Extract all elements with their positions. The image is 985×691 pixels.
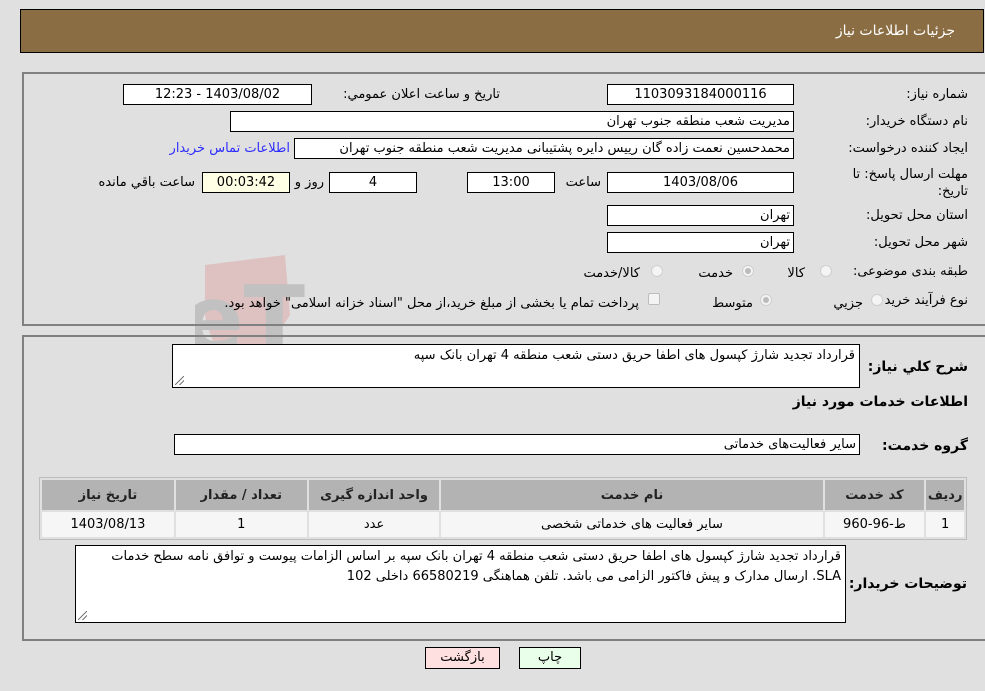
treasury-note: پرداخت تمام یا بخشی از مبلغ خرید،از محل … [224,296,639,311]
print-button[interactable]: چاپ [519,647,581,669]
announce-label: تاریخ و ساعت اعلان عمومي: [343,87,500,102]
deadline-label-line2: تاریخ: [937,184,968,199]
service-group-field: سایر فعالیت‌های خدماتی [174,434,860,455]
buyer-org-label: نام دستگاه خريدار: [865,114,968,129]
buyer-notes-label: توضیحات خریدار: [848,576,967,592]
col-service-code: کد خدمت [824,480,925,510]
category-option-goods-service: کالا/خدمت [583,266,640,281]
cell-need-date: 1403/08/13 [42,512,174,537]
need-number-field: 1103093184000116 [607,84,794,105]
announce-field: 1403/08/02 - 12:23 [123,84,312,105]
deadline-label-line1: مهلت ارسال پاسخ: تا [852,167,968,182]
col-service-name: نام خدمت [441,480,823,510]
col-unit: واحد اندازه گیری [308,480,440,510]
buyer-notes-textarea[interactable]: قرارداد تجدید شارژ کپسول های اطفا حریق د… [75,545,846,623]
cell-row-number: 1 [926,512,964,537]
page-title: جزئیات اطلاعات نیاز [835,23,955,39]
services-section-title: اطلاعات خدمات مورد نیاز [792,394,968,410]
category-option-service: خدمت [698,266,733,281]
cell-service-name: سایر فعالیت های خدماتی شخصی [441,512,823,537]
col-row-number: ردیف [926,480,964,510]
city-field: تهران [607,232,794,253]
need-number-label: شماره نیاز: [906,87,968,102]
need-details-panel: شماره نیاز: 1103093184000116 تاریخ و ساع… [22,72,985,326]
buyer-notes-text: قرارداد تجدید شارژ کپسول های اطفا حریق د… [111,549,841,584]
creator-field: محمدحسین نعمت زاده گان رییس دایره پشتیبا… [294,138,794,159]
cell-quantity: 1 [175,512,307,537]
services-table: ردیف کد خدمت نام خدمت واحد اندازه گیری ت… [39,477,967,540]
treasury-checkbox[interactable] [648,293,660,305]
buyer-contact-link[interactable]: اطلاعات تماس خریدار [170,141,290,156]
summary-label: شرح کلي نياز: [867,359,968,375]
col-quantity: تعداد / مقدار [175,480,307,510]
cell-unit: عدد [308,512,440,537]
province-label: استان محل تحویل: [866,208,968,223]
resize-grip-icon[interactable] [175,376,184,385]
process-option-minor: جزيي [833,296,863,311]
category-radio-goods-service[interactable] [651,265,663,277]
days-label: روز و [294,175,324,190]
col-need-date: تاریخ نیاز [42,480,174,510]
days-remaining-field: 4 [329,172,417,193]
category-option-goods: کالا [787,266,805,281]
remaining-time-label: ساعت باقي مانده [98,175,195,190]
category-radio-service[interactable] [742,265,754,277]
city-label: شهر محل تحویل: [873,235,968,250]
deadline-label: مهلت ارسال پاسخ: تا تاریخ: [853,166,968,200]
services-table-header: ردیف کد خدمت نام خدمت واحد اندازه گیری ت… [42,480,964,510]
back-button[interactable]: بازگشت [425,647,500,669]
summary-textarea[interactable]: قرارداد تجدید شارژ کپسول های اطفا حریق د… [172,344,860,388]
process-option-medium: متوسط [712,296,753,311]
creator-label: ایجاد کننده درخواست: [848,141,968,156]
process-radio-medium[interactable] [760,294,772,306]
deadline-time-field: 13:00 [467,172,555,193]
process-label: نوع فرآیند خرید : [876,293,968,308]
summary-text: قرارداد تجدید شارژ کپسول های اطفا حریق د… [413,348,855,363]
cell-service-code: ط-96-960 [824,512,925,537]
table-row: 1 ط-96-960 سایر فعالیت های خدماتی شخصی ع… [42,512,964,537]
category-label: طبقه بندی موضوعی: [852,264,968,279]
category-radio-goods[interactable] [820,265,832,277]
deadline-date-field: 1403/08/06 [607,172,794,193]
buyer-org-field: مدیریت شعب منطقه جنوب تهران [230,111,794,132]
province-field: تهران [607,205,794,226]
remaining-time-field: 00:03:42 [202,172,290,193]
resize-grip-icon[interactable] [78,611,87,620]
service-group-label: گروه خدمت: [882,438,968,454]
deadline-time-label: ساعت [565,175,601,190]
process-radio-minor[interactable] [871,294,883,306]
page-header: جزئیات اطلاعات نیاز [20,9,984,53]
